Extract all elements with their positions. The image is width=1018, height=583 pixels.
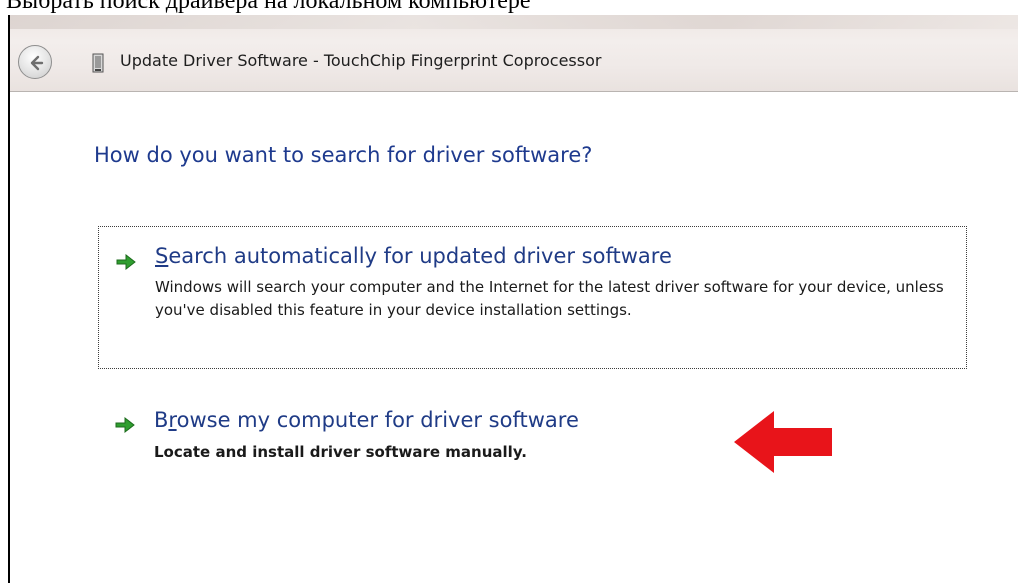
device-icon — [92, 53, 104, 73]
search-automatically-option[interactable]: Search automatically for updated driver … — [98, 226, 967, 369]
red-arrow-icon — [734, 411, 832, 473]
option-title-text: owse my computer for driver software — [176, 408, 579, 432]
window-title: Update Driver Software - TouchChip Finge… — [120, 51, 602, 70]
page-heading: How do you want to search for driver sof… — [94, 143, 593, 167]
browse-computer-title[interactable]: Browse my computer for driver software — [154, 408, 579, 432]
browse-computer-description: Locate and install driver software manua… — [154, 443, 527, 461]
update-driver-window: Update Driver Software - TouchChip Finge… — [8, 15, 1018, 583]
title-bar: Update Driver Software - TouchChip Finge… — [10, 15, 1018, 92]
green-arrow-icon — [115, 416, 135, 434]
back-arrow-icon — [30, 55, 44, 71]
browse-computer-option[interactable]: Browse my computer for driver software L… — [98, 400, 718, 480]
green-arrow-icon — [116, 253, 136, 271]
page-caption: Выбрать поиск драйвера на локальном комп… — [6, 0, 531, 14]
search-automatically-description: Windows will search your computer and th… — [155, 278, 944, 319]
option-title-text: earch automatically for updated driver s… — [168, 244, 672, 268]
option-title-text: B — [154, 408, 169, 432]
access-key-letter: r — [168, 408, 177, 432]
access-key-letter: S — [155, 244, 169, 268]
back-button[interactable] — [18, 45, 52, 79]
search-automatically-title[interactable]: Search automatically for updated driver … — [155, 244, 672, 268]
